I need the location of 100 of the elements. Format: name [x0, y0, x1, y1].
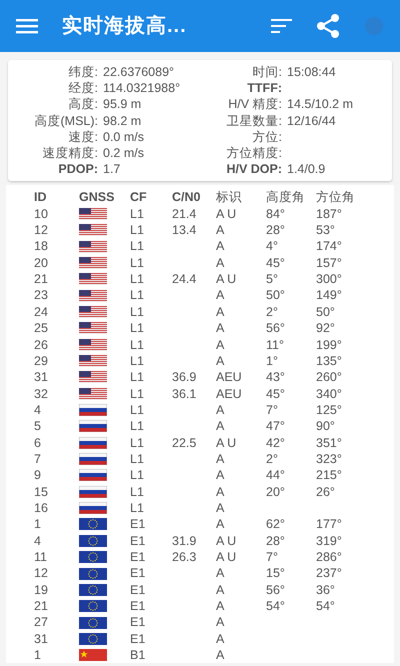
- table-cell-text: A: [216, 450, 226, 468]
- field-value: 1.7: [103, 161, 122, 178]
- us-flag-icon: [79, 290, 107, 302]
- table-cell-text: 1°: [266, 352, 279, 370]
- field-value: 0.0 m/s: [103, 128, 145, 146]
- field-label: 速度精度:: [42, 145, 98, 162]
- table-cell-text: 4°: [266, 238, 279, 255]
- russia-flag-icon: [79, 502, 107, 514]
- table-cell-text: 199°: [316, 336, 343, 353]
- share-icon[interactable]: [316, 14, 340, 38]
- us-flag-icon: [79, 240, 107, 253]
- table-cell-text: A: [216, 484, 226, 500]
- table-cell-text: 26: [34, 336, 49, 353]
- table-cell-text: A U: [216, 548, 238, 566]
- table-cell-text: L1: [130, 304, 145, 320]
- table-cell-text: L1: [130, 369, 145, 386]
- table-cell-text: L1: [130, 271, 145, 288]
- table-cell-text: 157°: [316, 254, 343, 272]
- table-cell-text: 24: [34, 304, 49, 320]
- table-cell-text: A: [216, 222, 226, 238]
- field-value: 14.5/10.2 m: [287, 96, 354, 113]
- table-cell-text: 7°: [266, 402, 279, 418]
- table-cell-text: L1: [130, 336, 145, 353]
- table-cell-text: L1: [130, 254, 145, 272]
- table-cell-text: L1: [130, 320, 145, 337]
- table-cell-text: A: [216, 320, 226, 337]
- eu-flag-icon: [79, 551, 107, 564]
- russia-flag-icon: [79, 404, 107, 416]
- table-cell-text: 56°: [266, 320, 286, 337]
- table-cell-text: 11°: [266, 336, 285, 353]
- table-cell-text: L1: [130, 222, 145, 238]
- table-cell-text: 43°: [266, 369, 286, 386]
- table-cell-text: L1: [130, 206, 145, 222]
- table-cell-text: A U: [216, 532, 238, 549]
- table-cell-text: L1: [130, 467, 145, 484]
- table-cell-text: 149°: [316, 287, 343, 304]
- table-cell-text: A: [216, 352, 226, 370]
- table-cell-text: L1: [130, 238, 145, 255]
- field-value: 22.6376089°: [103, 64, 176, 80]
- table-cell-text: 125°: [316, 402, 343, 418]
- table-cell-text: 20: [34, 254, 49, 272]
- table-cell-text: E1: [130, 598, 146, 614]
- table-cell-text: A U: [216, 434, 238, 451]
- table-cell-text: 7: [34, 450, 42, 468]
- us-flag-icon: [79, 306, 107, 318]
- table-cell-text: 21: [34, 271, 49, 288]
- column-header: C/N0: [172, 189, 202, 206]
- table-cell-text: 24.4: [172, 271, 198, 288]
- table-cell-text: 5°: [266, 271, 279, 288]
- field-value: 95.9 m: [103, 96, 142, 113]
- menu-icon[interactable]: [16, 18, 38, 34]
- us-flag-icon: [79, 273, 107, 286]
- us-flag-icon: [79, 224, 107, 236]
- table-cell-text: 177°: [316, 516, 343, 533]
- table-cell-text: 10: [34, 206, 49, 222]
- sort-icon[interactable]: [271, 19, 292, 33]
- table-cell-text: 9: [34, 467, 42, 484]
- table-cell-text: AEU: [216, 369, 243, 386]
- table-cell-text: 62°: [266, 516, 286, 533]
- us-flag-icon: [79, 355, 107, 368]
- table-cell-text: A: [216, 582, 226, 598]
- table-cell-text: 53°: [316, 222, 336, 238]
- table-cell-text: A: [216, 287, 226, 304]
- table-cell-text: A: [216, 402, 226, 418]
- table-cell-text: 174°: [316, 238, 343, 255]
- table-cell-text: 215°: [316, 467, 343, 484]
- table-cell-text: L1: [130, 500, 145, 516]
- table-cell-text: 13.4: [172, 222, 198, 238]
- table-cell-text: L1: [130, 287, 145, 304]
- table-cell-text: 45°: [266, 254, 286, 272]
- field-label: PDOP:: [57, 161, 98, 178]
- table-cell-text: E1: [130, 630, 146, 648]
- table-cell-text: 2°: [266, 304, 279, 320]
- table-cell-text: 31: [34, 630, 49, 648]
- table-cell-text: 54°: [316, 598, 336, 614]
- table-cell-text: 6: [34, 434, 42, 451]
- table-cell-text: 187°: [316, 206, 343, 222]
- russia-flag-icon: [79, 469, 107, 482]
- table-cell-text: 50°: [316, 304, 336, 320]
- table-cell-text: 5: [34, 418, 42, 435]
- table-cell-text: 340°: [316, 386, 343, 402]
- table-cell-text: 135°: [316, 352, 343, 370]
- table-cell-text: 54°: [266, 598, 286, 614]
- table-cell-text: E1: [130, 516, 146, 533]
- field-label: 速度:: [68, 128, 98, 146]
- table-cell-text: 42°: [266, 434, 286, 451]
- table-cell-text: E1: [130, 582, 146, 598]
- table-cell-text: 36°: [316, 582, 336, 598]
- column-header: ID: [34, 189, 48, 206]
- field-value: 0.2 m/s: [103, 145, 145, 162]
- field-value: 98.2 m: [103, 112, 142, 129]
- table-cell-text: A: [216, 565, 226, 582]
- table-cell-text: 26.3: [172, 548, 198, 566]
- eu-flag-icon: [79, 534, 107, 547]
- table-cell-text: A: [216, 647, 226, 664]
- table-cell-text: 4: [34, 532, 42, 549]
- table-cell-text: 27: [34, 614, 49, 631]
- us-flag-icon: [79, 338, 107, 351]
- table-cell-text: 92°: [316, 320, 336, 337]
- field-label: H/V 精度:: [227, 96, 282, 113]
